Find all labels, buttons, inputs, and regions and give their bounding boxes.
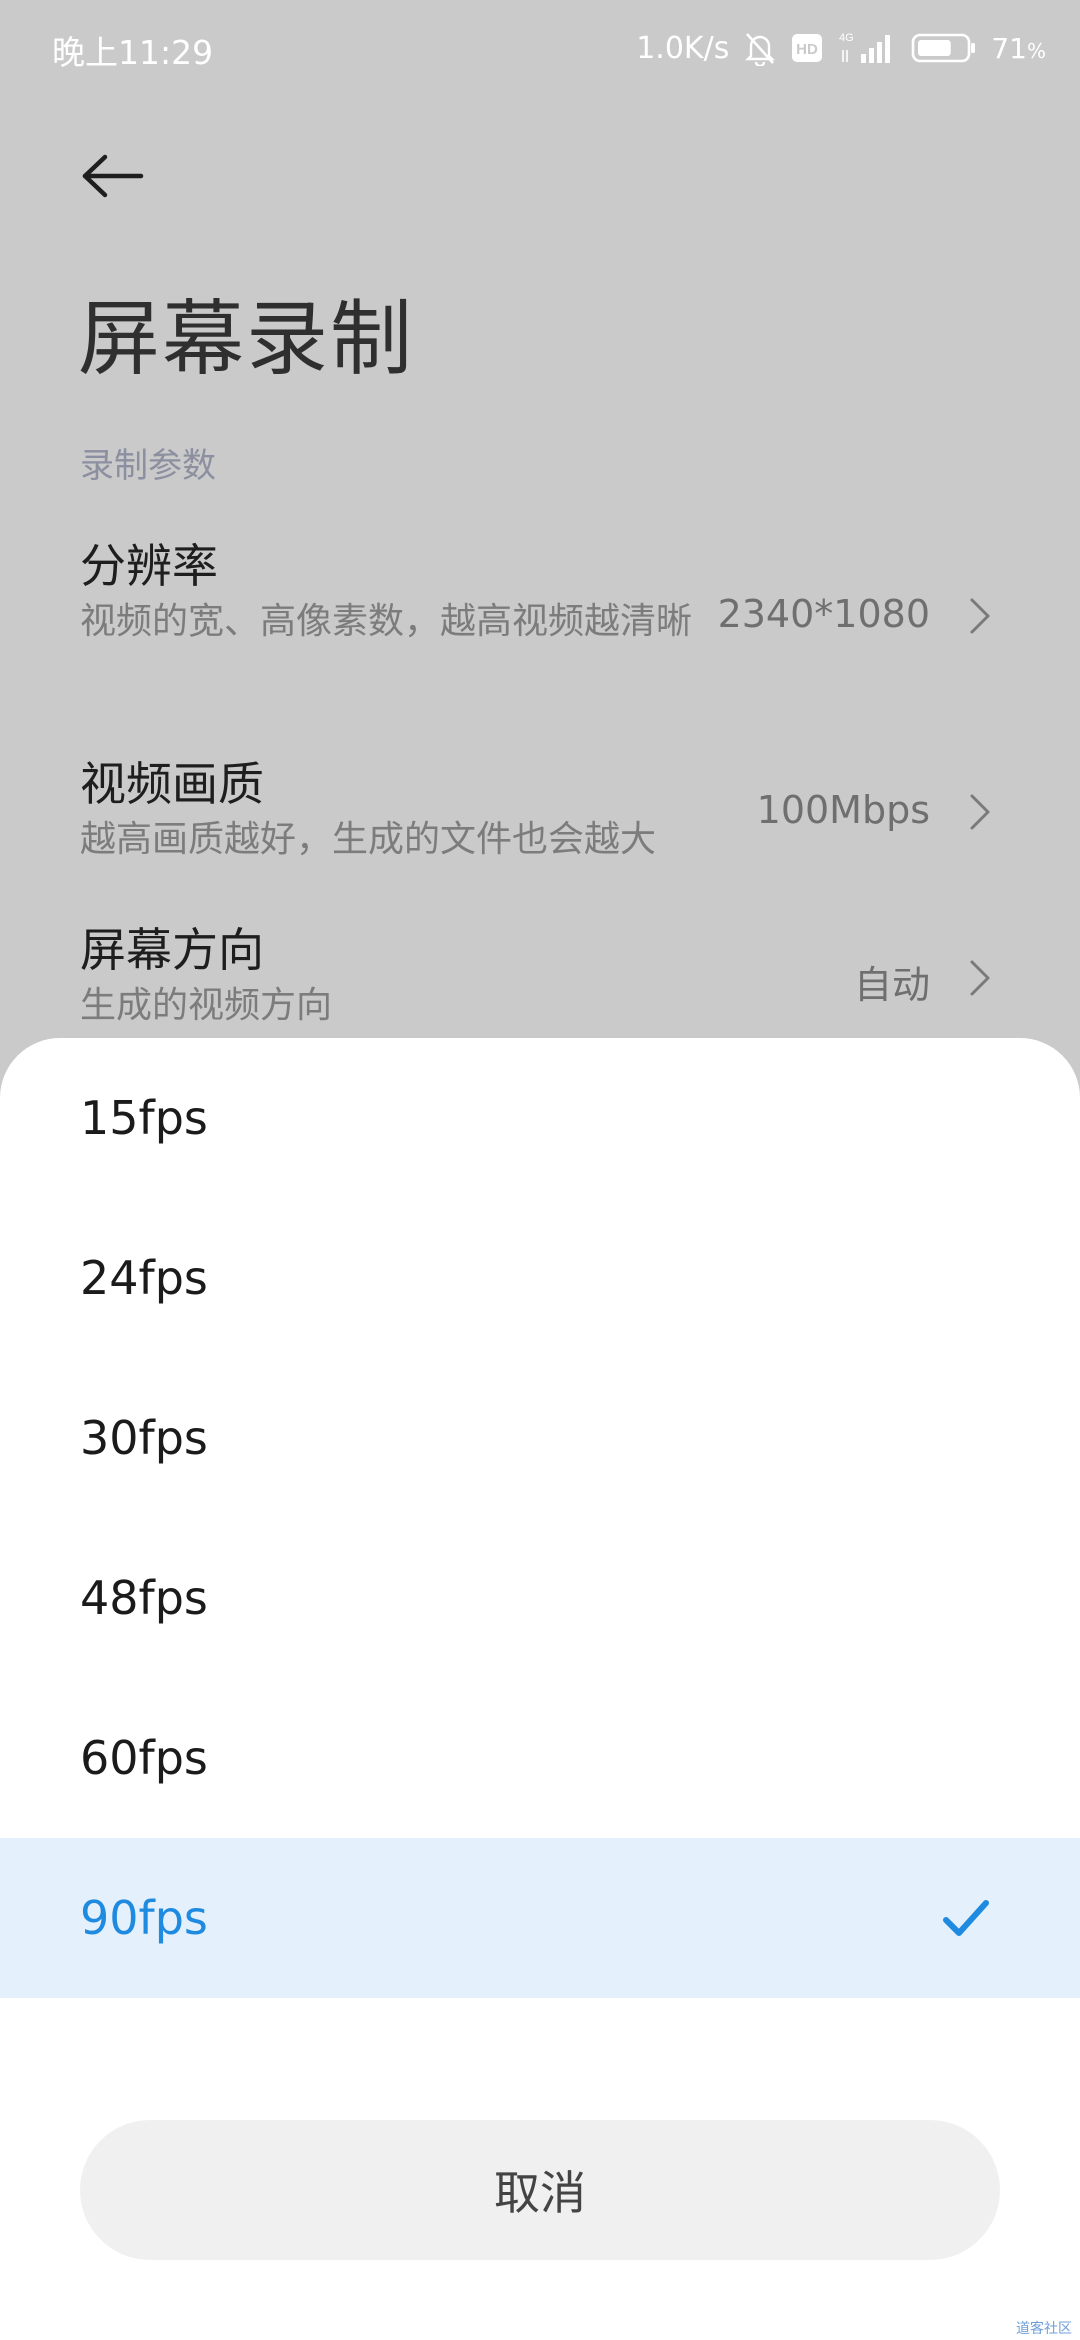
page-title: 屏幕录制 [78, 292, 415, 387]
setting-value: 自动 [853, 963, 930, 1007]
setting-video-quality[interactable]: 视频画质 越高画质越好，生成的文件也会越大 100Mbps [80, 754, 1000, 866]
section-header: 录制参数 [80, 446, 216, 486]
battery-percent-unit: % [1026, 38, 1046, 63]
chevron-right-icon [960, 958, 1000, 998]
back-arrow-icon [82, 154, 144, 198]
fps-option-label: 24fps [80, 1251, 208, 1305]
setting-screen-orientation[interactable]: 屏幕方向 生成的视频方向 自动 [80, 920, 1000, 1032]
fps-option-label: 60fps [80, 1731, 208, 1785]
fps-option-label: 30fps [80, 1411, 208, 1465]
fps-option-90[interactable]: 90fps [0, 1838, 1080, 1998]
setting-value: 2340*1080 [717, 592, 930, 636]
battery-fill [918, 40, 952, 56]
signal-bars-icon: 4G [837, 30, 897, 66]
fps-option-label: 15fps [80, 1091, 208, 1145]
bell-off-icon [743, 30, 777, 66]
hd-badge: HD [791, 33, 823, 63]
fps-option-label: 90fps [80, 1891, 208, 1945]
setting-description: 视频的宽、高像素数，越高视频越清晰 [80, 601, 693, 642]
status-time: 晚上11:29 [52, 33, 214, 72]
battery-percent-value: 71 [991, 31, 1027, 65]
setting-description: 越高画质越好，生成的文件也会越大 [80, 819, 657, 860]
fps-option-30[interactable]: 30fps [0, 1358, 1080, 1518]
fps-option-24[interactable]: 24fps [0, 1198, 1080, 1358]
fps-option-48[interactable]: 48fps [0, 1518, 1080, 1678]
fps-bottom-sheet: 15fps 24fps 30fps 48fps 60fps 90fps 取消 [0, 1038, 1080, 2340]
battery-percent: 71% [991, 32, 1046, 65]
cancel-button[interactable]: 取消 [80, 2120, 1000, 2260]
fps-option-label: 48fps [80, 1571, 208, 1625]
fps-option-15[interactable]: 15fps [0, 1038, 1080, 1198]
status-icons: 1.0K/s HD 4G 71% [636, 24, 1046, 72]
watermark: 道客社区 [1016, 2321, 1072, 2337]
battery-icon [911, 32, 977, 64]
setting-value: 100Mbps [756, 788, 930, 832]
chevron-right-icon [960, 596, 1000, 636]
setting-resolution[interactable]: 分辨率 视频的宽、高像素数，越高视频越清晰 2340*1080 [80, 536, 1000, 648]
setting-description: 生成的视频方向 [80, 985, 333, 1026]
network-type-label: 4G [839, 32, 854, 44]
network-speed: 1.0K/s [636, 30, 730, 66]
checkmark-icon [943, 1900, 989, 1936]
status-bar: 晚上11:29 1.0K/s HD 4G 71% [0, 0, 1080, 96]
back-button[interactable] [78, 146, 148, 206]
chevron-right-icon [960, 792, 1000, 832]
setting-title: 分辨率 [80, 539, 218, 593]
fps-option-60[interactable]: 60fps [0, 1678, 1080, 1838]
hd-badge-text: HD [797, 41, 819, 58]
